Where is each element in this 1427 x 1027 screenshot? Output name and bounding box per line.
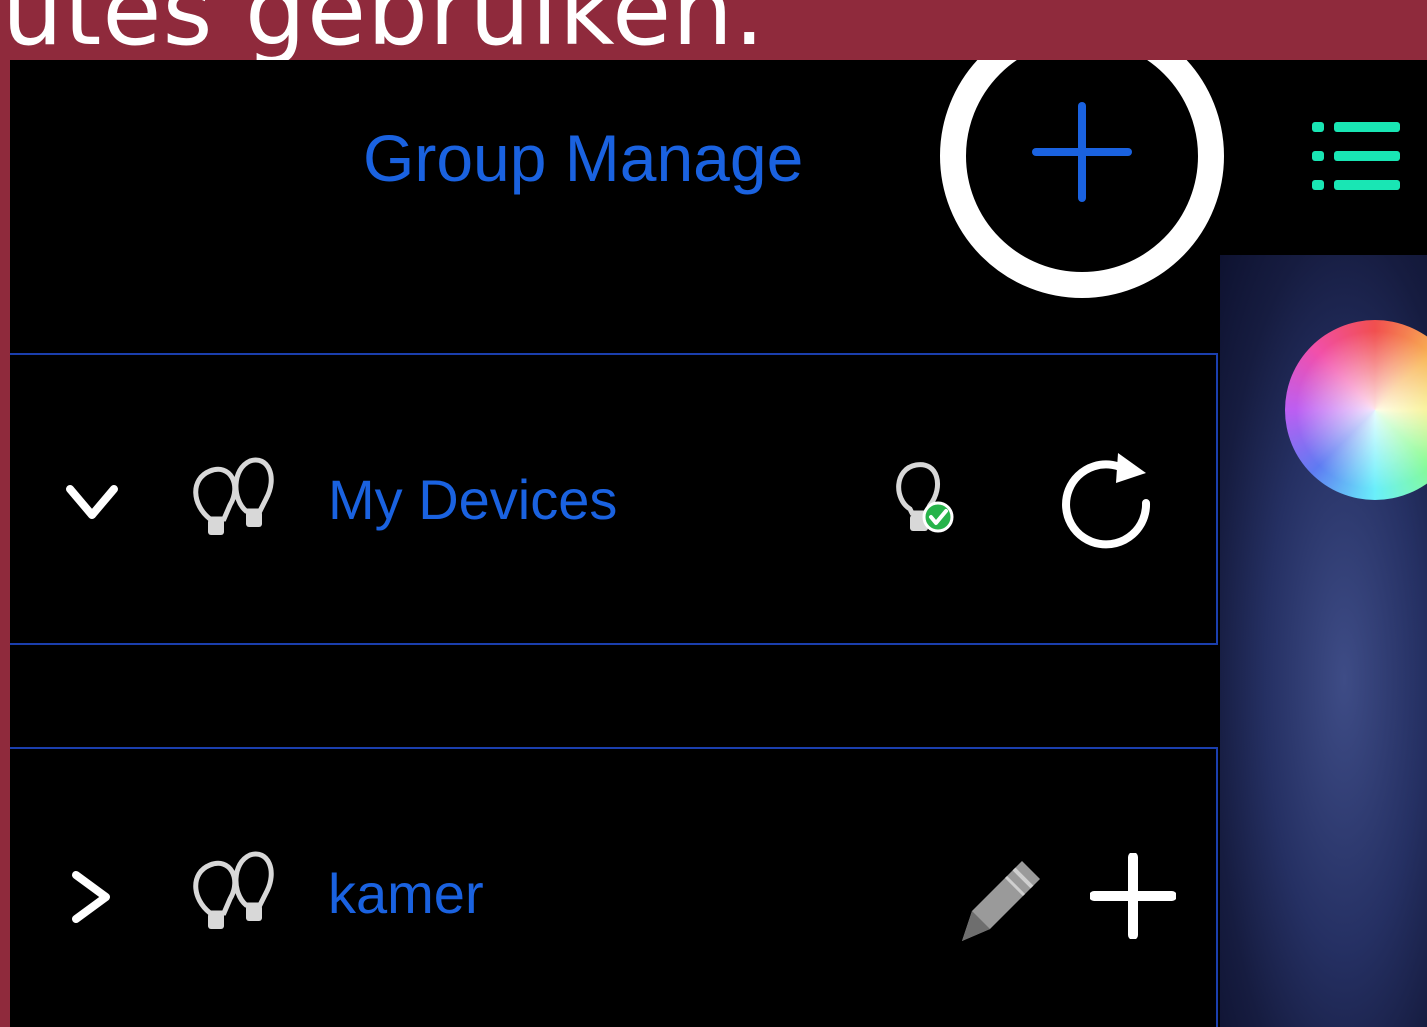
add-device-button[interactable] <box>1090 853 1176 939</box>
group-row-my-devices[interactable]: My Devices <box>10 353 1218 645</box>
pencil-icon <box>962 861 1040 941</box>
chevron-right-icon[interactable] <box>62 867 122 927</box>
chevron-down-icon[interactable] <box>62 471 122 531</box>
bulbs-icon <box>180 449 280 549</box>
list-menu-icon <box>1312 122 1400 190</box>
page-title: Group Manage <box>363 121 804 195</box>
refresh-icon <box>1062 453 1151 549</box>
app-screen: Group Manage My Devices kamer <box>10 60 1427 1027</box>
add-group-button[interactable] <box>1032 102 1132 202</box>
group-row-kamer[interactable]: kamer <box>10 747 1218 1027</box>
color-panel <box>1220 255 1427 1027</box>
refresh-button[interactable] <box>1050 441 1160 551</box>
bulbs-icon <box>180 843 280 943</box>
group-label[interactable]: kamer <box>328 861 484 926</box>
bulb-status-icon <box>886 459 958 539</box>
plus-icon <box>1032 102 1132 202</box>
plus-icon <box>1090 853 1176 939</box>
edit-group-button[interactable] <box>948 847 1052 951</box>
color-wheel-icon[interactable] <box>1285 320 1427 500</box>
group-label[interactable]: My Devices <box>328 467 617 532</box>
menu-button[interactable] <box>1310 120 1402 192</box>
instruction-banner-text: dutes gebruiken. <box>0 0 766 67</box>
